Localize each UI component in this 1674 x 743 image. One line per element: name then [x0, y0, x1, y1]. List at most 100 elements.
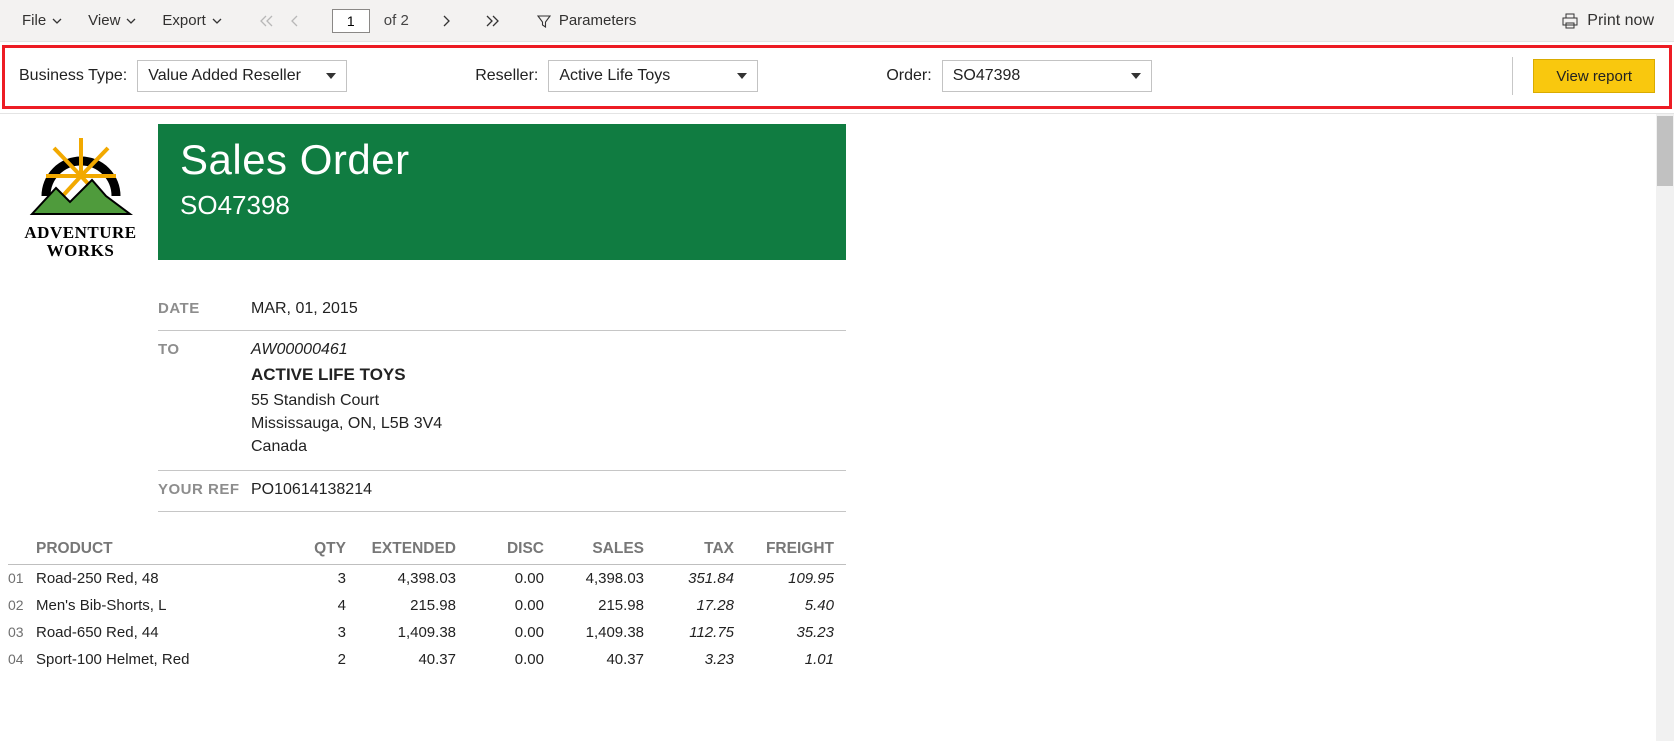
row-disc: 0.00 — [464, 570, 552, 587]
table-row: 01Road-250 Red, 4834,398.030.004,398.033… — [8, 565, 846, 592]
chevron-down-icon — [126, 16, 136, 26]
col-product: PRODUCT — [36, 540, 286, 558]
print-now-label: Print now — [1587, 12, 1654, 30]
reseller-label: Reseller: — [475, 67, 538, 85]
vertical-scrollbar[interactable] — [1656, 114, 1674, 741]
row-freight: 5.40 — [742, 597, 842, 614]
export-menu-label: Export — [162, 12, 205, 29]
col-tax: TAX — [652, 540, 742, 558]
row-extended: 40.37 — [354, 651, 464, 668]
row-sales: 215.98 — [552, 597, 652, 614]
page-total-label: of 2 — [380, 12, 409, 29]
reseller-value: Active Life Toys — [559, 67, 670, 85]
row-disc: 0.00 — [464, 624, 552, 641]
next-page-button[interactable] — [437, 15, 455, 27]
report-banner: Sales Order SO47398 — [158, 124, 846, 260]
row-qty: 4 — [286, 597, 354, 614]
info-ref-value: PO10614138214 — [251, 481, 372, 499]
param-reseller: Reseller: Active Life Toys — [475, 60, 758, 92]
report-order-number: SO47398 — [180, 190, 824, 221]
row-tax: 3.23 — [652, 651, 742, 668]
row-tax: 112.75 — [652, 624, 742, 641]
info-to-country: Canada — [251, 435, 442, 458]
logo: ADVENTUREWORKS — [3, 124, 158, 260]
business-type-dropdown[interactable]: Value Added Reseller — [137, 60, 347, 92]
row-index: 03 — [8, 624, 36, 641]
export-menu[interactable]: Export — [154, 9, 229, 32]
table-row: 03Road-650 Red, 4431,409.380.001,409.381… — [8, 619, 846, 646]
col-extended: EXTENDED — [354, 540, 464, 558]
row-qty: 3 — [286, 624, 354, 641]
row-product: Road-650 Red, 44 — [36, 624, 286, 641]
report-toolbar: File View Export of 2 Parameters Print n… — [0, 0, 1674, 42]
info-to-street: 55 Standish Court — [251, 389, 442, 412]
col-freight: FREIGHT — [742, 540, 842, 558]
report-viewport: ADVENTUREWORKS Sales Order SO47398 DATE … — [0, 113, 1674, 741]
col-disc: DISC — [464, 540, 552, 558]
caret-down-icon — [1131, 73, 1141, 79]
info-date-value: MAR, 01, 2015 — [251, 300, 358, 318]
info-to-name: ACTIVE LIFE TOYS — [251, 365, 442, 385]
info-to-label: TO — [158, 341, 251, 459]
row-index: 02 — [8, 597, 36, 614]
view-menu[interactable]: View — [80, 9, 144, 32]
row-extended: 215.98 — [354, 597, 464, 614]
order-label: Order: — [886, 67, 931, 85]
reseller-dropdown[interactable]: Active Life Toys — [548, 60, 758, 92]
col-qty: QTY — [286, 540, 354, 558]
divider — [1512, 57, 1513, 95]
prev-page-button — [286, 15, 304, 27]
row-qty: 2 — [286, 651, 354, 668]
view-menu-label: View — [88, 12, 120, 29]
parameters-panel: Business Type: Value Added Reseller Rese… — [2, 45, 1672, 109]
scrollbar-thumb[interactable] — [1657, 116, 1673, 186]
print-now-button[interactable]: Print now — [1561, 12, 1660, 30]
param-business-type: Business Type: Value Added Reseller — [19, 60, 347, 92]
row-extended: 1,409.38 — [354, 624, 464, 641]
row-disc: 0.00 — [464, 597, 552, 614]
row-extended: 4,398.03 — [354, 570, 464, 587]
row-disc: 0.00 — [464, 651, 552, 668]
row-product: Men's Bib-Shorts, L — [36, 597, 286, 614]
report-title: Sales Order — [180, 136, 824, 184]
row-freight: 35.23 — [742, 624, 842, 641]
row-sales: 4,398.03 — [552, 570, 652, 587]
table-row: 04Sport-100 Helmet, Red240.370.0040.373.… — [8, 646, 846, 673]
info-date-label: DATE — [158, 300, 251, 318]
caret-down-icon — [326, 73, 336, 79]
row-tax: 17.28 — [652, 597, 742, 614]
print-icon — [1561, 12, 1579, 30]
order-value: SO47398 — [953, 67, 1021, 85]
info-to-code: AW00000461 — [251, 341, 442, 359]
col-sales: SALES — [552, 540, 652, 558]
file-menu[interactable]: File — [14, 9, 70, 32]
page-number-input[interactable] — [332, 9, 370, 33]
business-type-value: Value Added Reseller — [148, 67, 301, 85]
parameters-label: Parameters — [559, 12, 637, 29]
adventure-works-logo-icon — [26, 126, 136, 224]
last-page-button[interactable] — [483, 15, 501, 27]
row-sales: 1,409.38 — [552, 624, 652, 641]
row-index: 01 — [8, 570, 36, 587]
file-menu-label: File — [22, 12, 46, 29]
info-to-city: Mississauga, ON, L5B 3V4 — [251, 412, 442, 435]
row-freight: 1.01 — [742, 651, 842, 668]
caret-down-icon — [737, 73, 747, 79]
business-type-label: Business Type: — [19, 67, 127, 85]
parameters-button[interactable]: Parameters — [529, 9, 645, 32]
row-tax: 351.84 — [652, 570, 742, 587]
view-report-button[interactable]: View report — [1533, 59, 1655, 93]
row-index: 04 — [8, 651, 36, 668]
param-order: Order: SO47398 — [886, 60, 1151, 92]
info-to-row: TO AW00000461 ACTIVE LIFE TOYS 55 Standi… — [158, 331, 846, 472]
chevron-down-icon — [52, 16, 62, 26]
row-qty: 3 — [286, 570, 354, 587]
logo-line1: ADVENTURE — [24, 223, 136, 242]
order-dropdown[interactable]: SO47398 — [942, 60, 1152, 92]
chevron-down-icon — [212, 16, 222, 26]
row-sales: 40.37 — [552, 651, 652, 668]
row-freight: 109.95 — [742, 570, 842, 587]
filter-icon — [537, 14, 551, 28]
row-product: Road-250 Red, 48 — [36, 570, 286, 587]
info-date-row: DATE MAR, 01, 2015 — [158, 290, 846, 331]
